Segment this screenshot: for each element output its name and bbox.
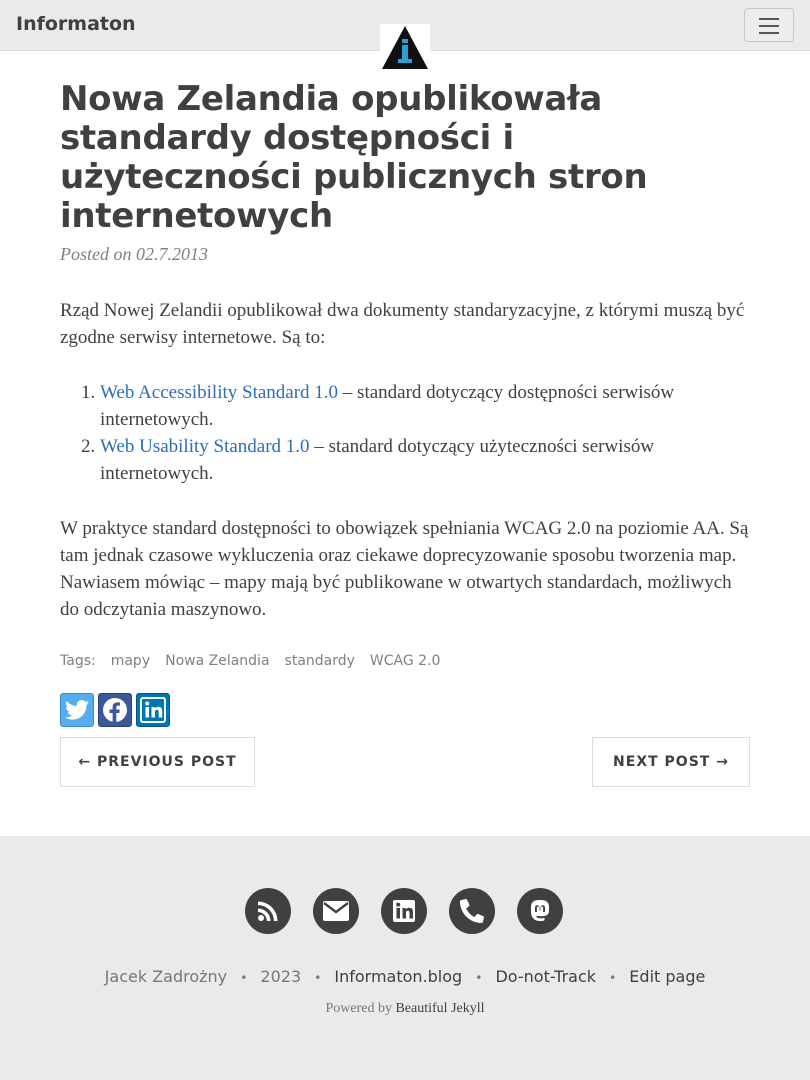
beautiful-jekyll-link[interactable]: Beautiful Jekyll: [395, 1001, 484, 1016]
post-meta: Posted on 02.7.2013: [60, 244, 208, 264]
facebook-share-button[interactable]: [98, 693, 132, 727]
phone-link[interactable]: [449, 888, 495, 934]
menu-toggle-button[interactable]: [744, 8, 794, 42]
linkedin-icon: [140, 697, 166, 723]
twitter-share-button[interactable]: [60, 693, 94, 727]
mastodon-icon: [531, 900, 549, 921]
navbar: Informaton: [0, 0, 810, 70]
list-item: Web Accessibility Standard 1.0 – standar…: [100, 379, 750, 433]
do-not-track-link[interactable]: Do-not-Track: [495, 967, 596, 986]
email-icon: [323, 901, 349, 921]
linkedin-share-button[interactable]: [136, 693, 170, 727]
web-accessibility-standard-link[interactable]: Web Accessibility Standard 1.0: [100, 382, 338, 403]
tag-link[interactable]: WCAG 2.0: [370, 653, 441, 669]
twitter-icon: [65, 700, 89, 720]
rss-icon: [258, 901, 278, 921]
footer-social-links: [245, 888, 563, 934]
post-title: Nowa Zelandia opublikowała standardy dos…: [60, 79, 648, 236]
tags-label: Tags:: [60, 653, 96, 669]
previous-post-button[interactable]: ← PREVIOUS POST: [60, 737, 255, 787]
tag-link[interactable]: mapy: [111, 653, 150, 669]
rss-link[interactable]: [245, 888, 291, 934]
post-pager: ← PREVIOUS POST NEXT POST →: [60, 737, 750, 787]
web-usability-standard-link[interactable]: Web Usability Standard 1.0: [100, 436, 310, 457]
phone-icon: [460, 899, 484, 923]
powered-by: Powered by Beautiful Jekyll: [325, 1001, 485, 1016]
post-body: W praktyce standard dostępności to obowi…: [60, 518, 749, 620]
footer: Jacek Zadrożny • 2023 • Informaton.blog …: [0, 836, 810, 1080]
info-triangle-logo[interactable]: [380, 24, 430, 70]
tags: Tags: mapy Nowa Zelandia standardy WCAG …: [60, 653, 750, 669]
author-name: Jacek Zadrożny: [104, 967, 228, 986]
standards-list: Web Accessibility Standard 1.0 – standar…: [60, 379, 750, 487]
site-link[interactable]: Informaton.blog: [334, 967, 462, 986]
linkedin-icon: [393, 900, 415, 922]
mastodon-link[interactable]: [517, 888, 563, 934]
footer-credits: Jacek Zadrożny • 2023 • Informaton.blog …: [104, 967, 706, 986]
linkedin-link[interactable]: [381, 888, 427, 934]
facebook-icon: [103, 698, 127, 723]
email-link[interactable]: [313, 888, 359, 934]
list-item: Web Usability Standard 1.0 – standard do…: [100, 433, 750, 487]
next-post-button[interactable]: NEXT POST →: [592, 737, 750, 787]
tag-link[interactable]: Nowa Zelandia: [165, 653, 269, 669]
share-buttons: [60, 693, 750, 727]
copyright-year: 2023: [260, 967, 302, 986]
tag-link[interactable]: standardy: [285, 653, 355, 669]
post-intro: Rząd Nowej Zelandii opublikował dwa doku…: [60, 300, 745, 348]
hamburger-icon: [759, 18, 779, 20]
post-content: Nowa Zelandia opublikowała standardy dos…: [60, 80, 750, 727]
brand-link[interactable]: Informaton: [16, 13, 136, 35]
edit-page-link[interactable]: Edit page: [629, 967, 705, 986]
